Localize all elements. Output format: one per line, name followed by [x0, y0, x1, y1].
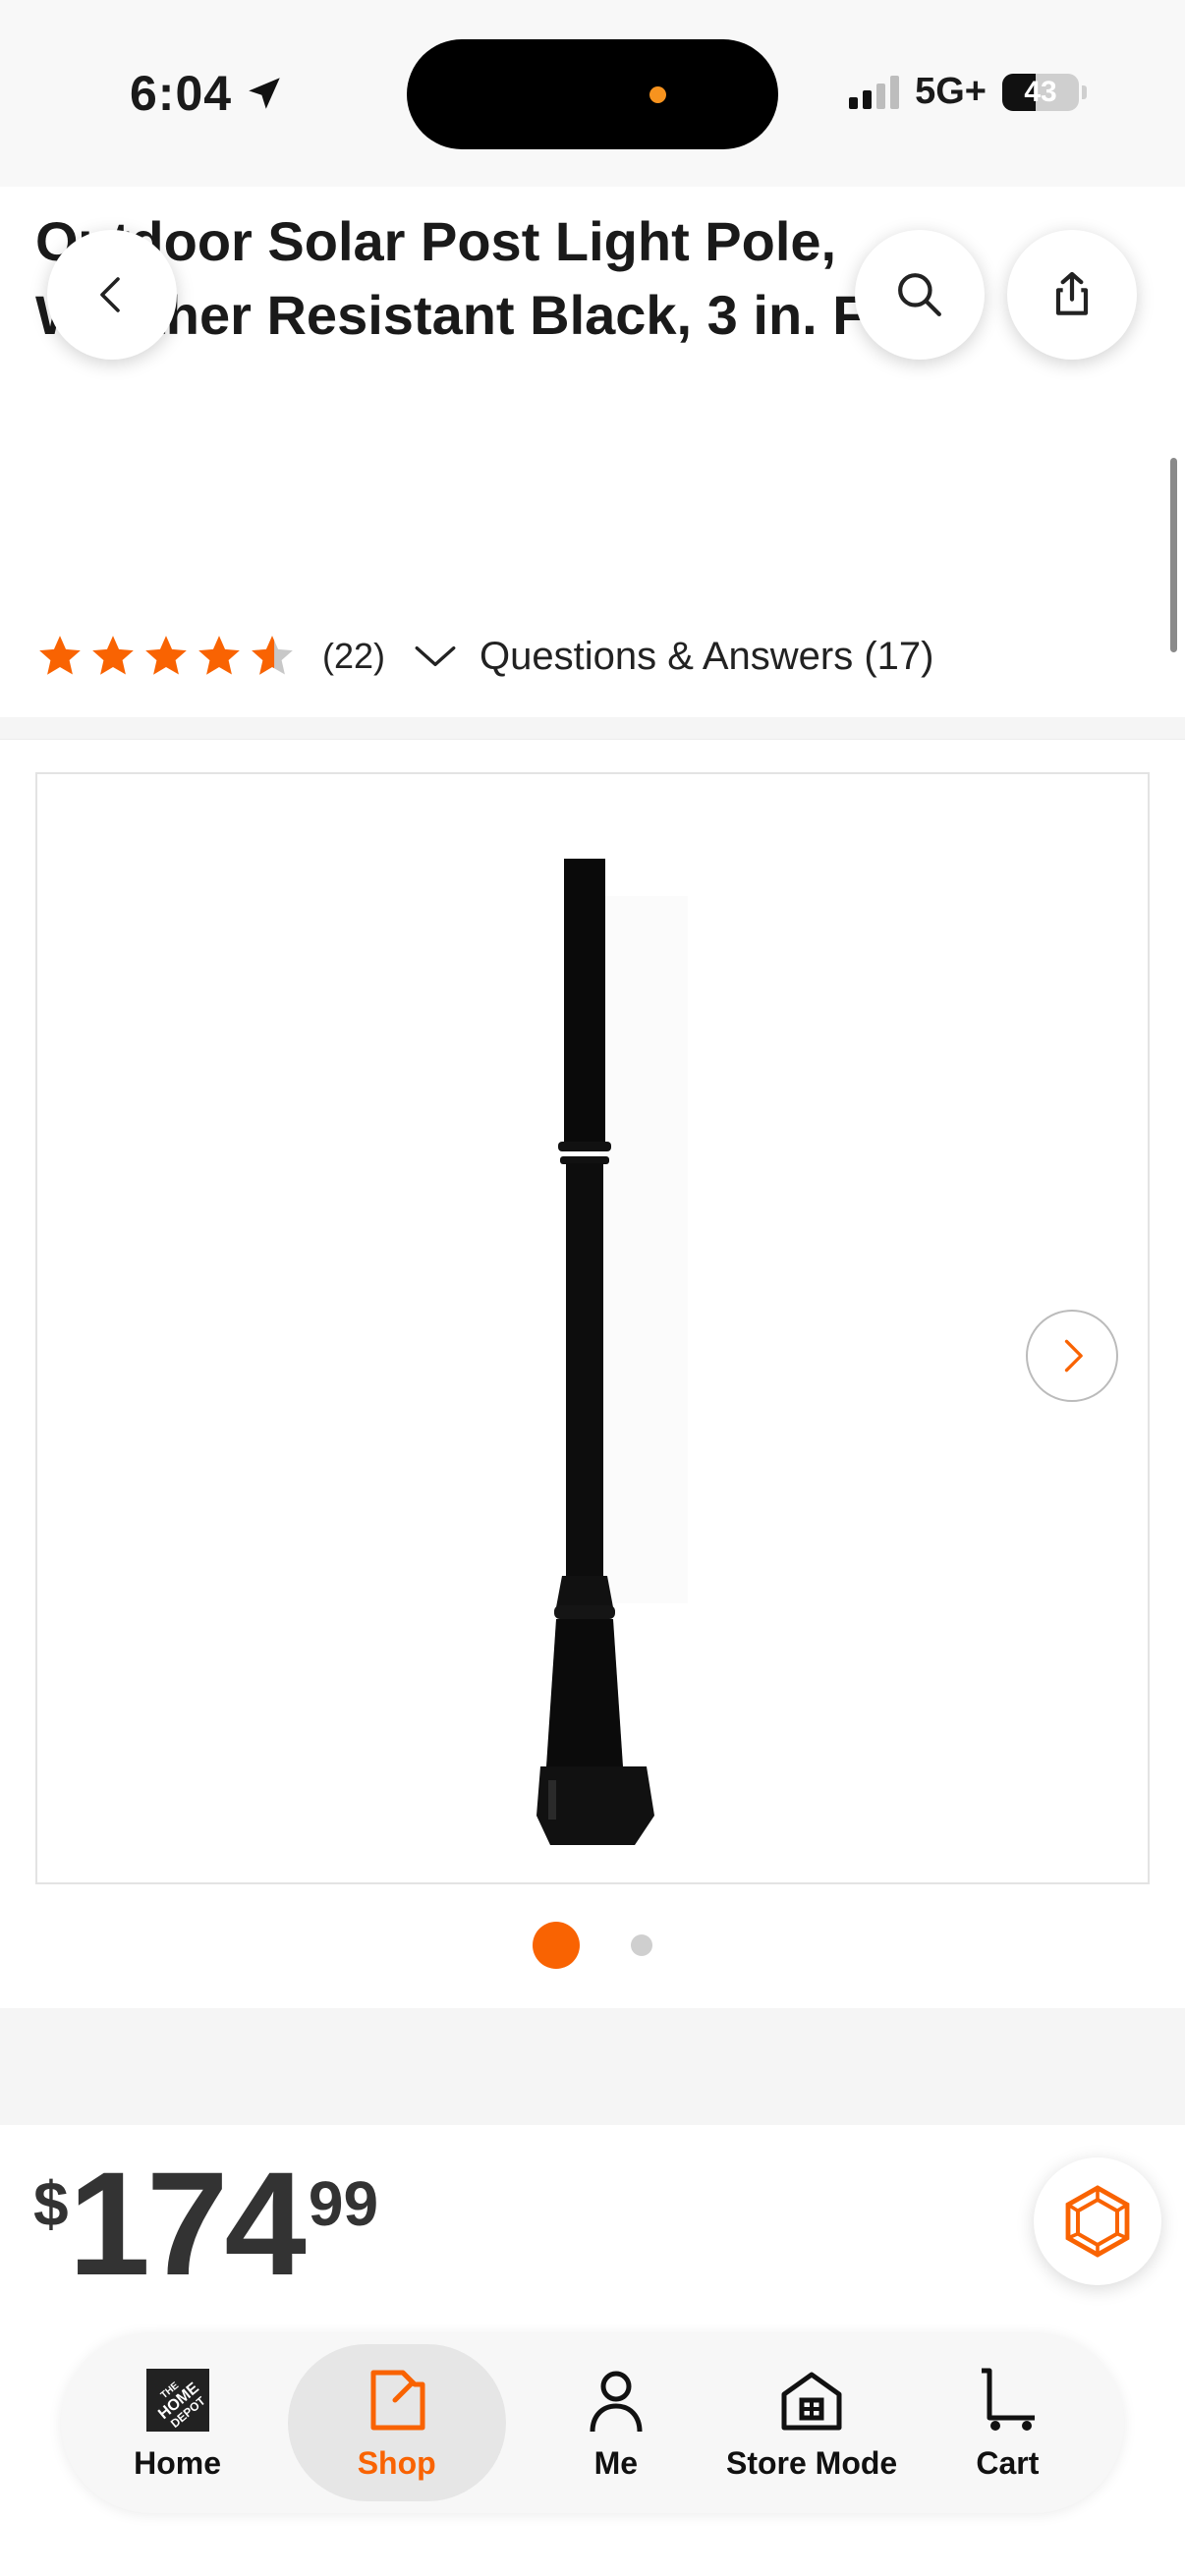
share-button[interactable] [1007, 230, 1137, 360]
product-title: Outdoor Solar Post Light Pole, Weather R… [35, 210, 971, 346]
user-icon [590, 2371, 643, 2432]
star-half-icon [252, 636, 293, 675]
questions-answers-link[interactable]: Questions & Answers (17) [480, 635, 933, 679]
star-full-icon [39, 636, 81, 675]
cellular-signal-icon [849, 75, 900, 109]
assistant-button[interactable] [1034, 2157, 1161, 2285]
battery-icon: 43 [1002, 73, 1079, 111]
shop-bag-icon [370, 2370, 425, 2430]
chevron-down-icon[interactable] [411, 632, 460, 681]
tab-store-mode-label: Store Mode [725, 2444, 898, 2481]
price-dollars: 174 [68, 2141, 307, 2306]
tab-shop[interactable]: Shop [287, 2344, 506, 2501]
chevron-right-icon [1064, 1339, 1083, 1372]
status-indicators: 5G+ 43 [849, 71, 1087, 113]
scrollbar[interactable] [1170, 458, 1177, 652]
tab-me-label: Me [593, 2444, 639, 2481]
star-full-icon [145, 636, 187, 675]
tab-home-label: Home [134, 2444, 222, 2481]
bottom-tab-bar: THE HOME DEPOT Home Shop Me Store Mode C… [61, 2332, 1124, 2513]
status-time: 6:04 [130, 65, 285, 122]
privacy-indicator-dot [649, 86, 666, 103]
network-type: 5G+ [915, 71, 987, 112]
page-dot-active[interactable] [533, 1922, 580, 1969]
time-text: 6:04 [130, 66, 233, 121]
status-bar: 6:04 5G+ 43 [0, 0, 1185, 187]
share-icon [1055, 271, 1089, 315]
price-cents: 99 [308, 2168, 379, 2239]
battery-level: 43 [1024, 75, 1057, 108]
product-image-post-pole [536, 859, 688, 1845]
search-icon [898, 273, 941, 316]
rating-row: (22) Questions & Answers (17) [35, 629, 933, 684]
search-button[interactable] [855, 230, 985, 360]
hexagon-assistant-icon [1065, 2185, 1130, 2258]
tab-home[interactable]: THE HOME DEPOT Home [94, 2344, 261, 2501]
home-depot-logo-icon: THE HOME DEPOT [145, 2368, 209, 2432]
location-arrow-icon [249, 78, 280, 109]
tab-cart[interactable]: Cart [924, 2344, 1091, 2501]
price-currency: $ [33, 2168, 69, 2239]
gallery-pagination [0, 1922, 1185, 1969]
tab-store-mode[interactable]: Store Mode [726, 2344, 897, 2501]
product-price: $ 174 99 [33, 2150, 378, 2297]
dynamic-island [407, 39, 778, 149]
review-count[interactable]: (22) [322, 636, 385, 677]
store-icon [781, 2372, 842, 2430]
next-image-button[interactable] [1026, 1310, 1118, 1402]
cart-icon [982, 2368, 1036, 2431]
tab-shop-label: Shop [357, 2444, 436, 2481]
back-button[interactable] [47, 230, 177, 360]
tab-me[interactable]: Me [533, 2344, 700, 2501]
star-full-icon [92, 636, 134, 675]
star-rating[interactable] [35, 632, 297, 681]
chevron-left-icon [100, 277, 120, 312]
page-dot[interactable] [631, 1934, 652, 1956]
tab-cart-label: Cart [976, 2444, 1040, 2481]
star-full-icon [198, 636, 240, 675]
